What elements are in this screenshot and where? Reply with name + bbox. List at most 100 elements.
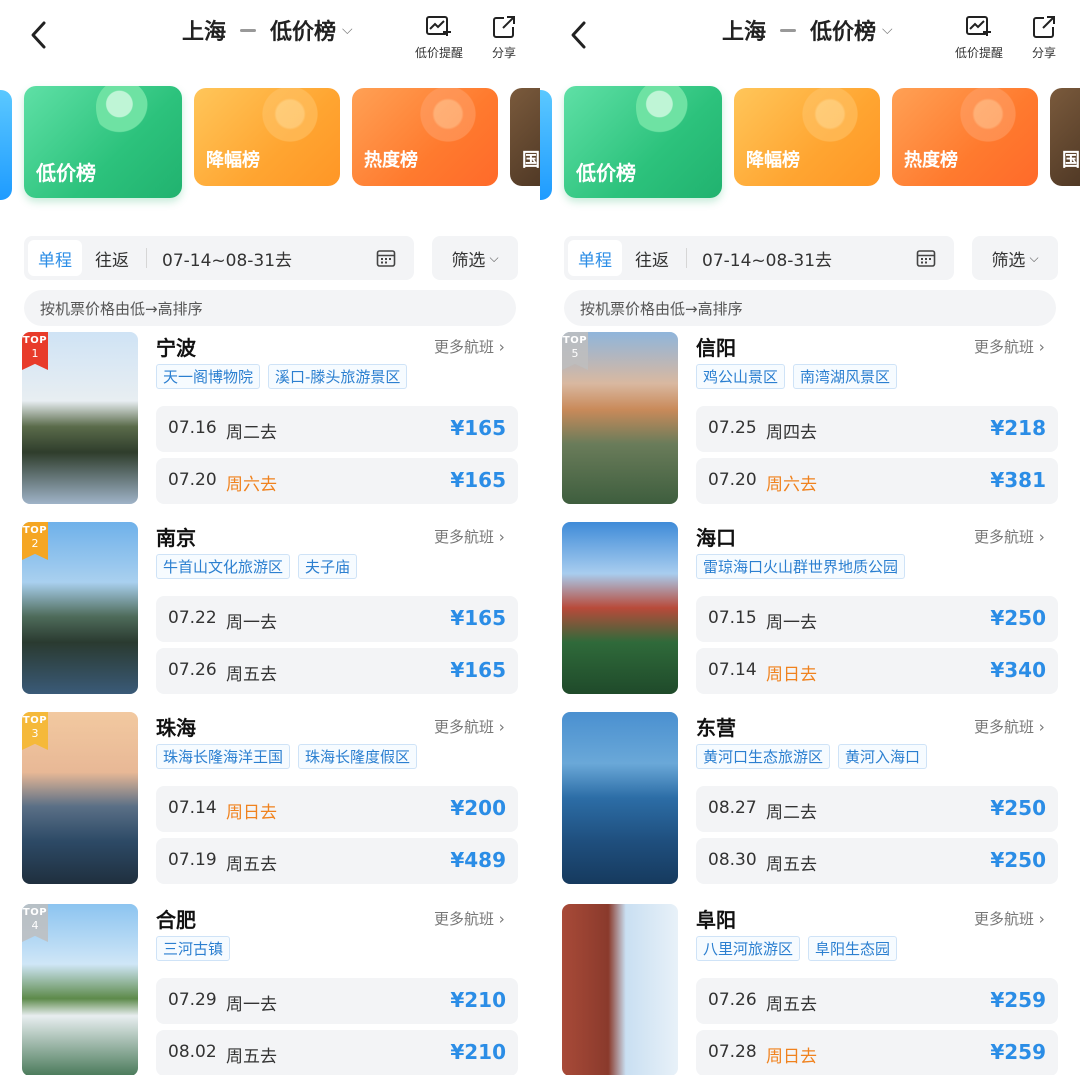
attraction-tag[interactable]: 三河古镇 bbox=[156, 936, 231, 961]
fare-option[interactable]: 07.22 周一去 ¥165 bbox=[156, 596, 518, 642]
fare-option[interactable]: 07.14 周日去 ¥340 bbox=[696, 648, 1058, 694]
category-card-prev[interactable] bbox=[540, 90, 552, 200]
back-button[interactable] bbox=[564, 18, 594, 52]
fare-option[interactable]: 07.19 周五去 ¥489 bbox=[156, 838, 518, 884]
destination-card[interactable]: 海口 更多航班 › 雷琼海口火山群世界地质公园 07.15 周一去 ¥250 07.14 周日… bbox=[540, 522, 1080, 702]
more-flights-link[interactable]: 更多航班 › bbox=[434, 716, 505, 737]
attraction-tag[interactable]: 牛首山文化旅游区 bbox=[156, 554, 291, 579]
share-button[interactable]: 分享 bbox=[484, 14, 524, 61]
price-alert-chart-icon bbox=[965, 14, 993, 40]
destination-card[interactable]: 东营 更多航班 › 黄河口生态旅游区 黄河入海口 08.27 周二去 ¥250 08.30 周五… bbox=[540, 712, 1080, 892]
destination-photo[interactable] bbox=[562, 712, 678, 884]
one-way-tab[interactable]: 单程 bbox=[28, 240, 82, 276]
fare-option[interactable]: 07.26 周五去 ¥165 bbox=[156, 648, 518, 694]
category-card-low-price[interactable]: 低价榜 bbox=[24, 86, 182, 198]
date-range-picker[interactable]: 07-14~08-31去 bbox=[702, 240, 832, 276]
attraction-tag[interactable]: 黄河口生态旅游区 bbox=[696, 744, 831, 769]
rank-number: 3 bbox=[31, 727, 39, 740]
fare-date: 07.16 bbox=[168, 418, 217, 438]
round-trip-tab[interactable]: 往返 bbox=[88, 240, 136, 276]
attraction-tag[interactable]: 天一阁博物院 bbox=[156, 364, 261, 389]
destination-card[interactable]: TOP 3 珠海 更多航班 › 珠海长隆海洋王国 珠海长隆度假区 07.14 周日去 ¥200 0… bbox=[0, 712, 540, 892]
attraction-tag[interactable]: 夫子庙 bbox=[298, 554, 358, 579]
filter-button[interactable]: 筛选 ⌵ bbox=[432, 236, 518, 280]
fare-weekday: 周五去 bbox=[766, 995, 817, 1015]
more-flights-link[interactable]: 更多航班 › bbox=[974, 716, 1045, 737]
category-card-price-drop[interactable]: 降幅榜 bbox=[194, 88, 340, 186]
destination-card[interactable]: 阜阳 更多航班 › 八里河旅游区 阜阳生态园 07.26 周五去 ¥259 07.28 周日去 ¥… bbox=[540, 904, 1080, 1075]
fare-option[interactable]: 08.27 周二去 ¥250 bbox=[696, 786, 1058, 832]
destination-card[interactable]: TOP 2 南京 更多航班 › 牛首山文化旅游区 夫子庙 07.22 周一去 ¥165 07.26… bbox=[0, 522, 540, 702]
price-alert-button[interactable]: 低价提醒 bbox=[410, 14, 468, 61]
category-card-prev[interactable] bbox=[0, 90, 12, 200]
chevron-down-icon: ⌵ bbox=[342, 22, 353, 38]
fare-option[interactable]: 07.15 周一去 ¥250 bbox=[696, 596, 1058, 642]
one-way-tab[interactable]: 单程 bbox=[568, 240, 622, 276]
calendar-icon[interactable] bbox=[916, 248, 936, 268]
origin-city: 上海 bbox=[722, 20, 767, 45]
destination-card[interactable]: TOP 5 信阳 更多航班 › 鸡公山景区 南湾湖风景区 07.25 周四去 ¥218 07.20… bbox=[540, 332, 1080, 512]
destination-photo[interactable]: TOP 5 bbox=[562, 332, 678, 504]
category-card-international[interactable]: 国 bbox=[1050, 88, 1080, 186]
destination-photo[interactable]: TOP 3 bbox=[22, 712, 138, 884]
more-flights-link[interactable]: 更多航班 › bbox=[434, 908, 505, 929]
price-alert-label: 低价提醒 bbox=[954, 46, 1003, 60]
destination-photo[interactable] bbox=[562, 904, 678, 1075]
destination-photo[interactable] bbox=[562, 522, 678, 694]
more-flights-link[interactable]: 更多航班 › bbox=[434, 526, 505, 547]
route-title[interactable]: 上海 低价榜 ⌵ bbox=[182, 14, 353, 46]
attraction-tag[interactable]: 雷琼海口火山群世界地质公园 bbox=[696, 554, 906, 579]
fare-date: 07.29 bbox=[168, 990, 217, 1010]
destination-photo[interactable]: TOP 4 bbox=[22, 904, 138, 1075]
fare-option[interactable]: 07.28 周日去 ¥259 bbox=[696, 1030, 1058, 1075]
attraction-tag[interactable]: 南湾湖风景区 bbox=[793, 364, 898, 389]
more-flights-link[interactable]: 更多航班 › bbox=[974, 908, 1045, 929]
price-alert-button[interactable]: 低价提醒 bbox=[950, 14, 1008, 61]
attraction-tag[interactable]: 鸡公山景区 bbox=[696, 364, 786, 389]
filter-button[interactable]: 筛选 ⌵ bbox=[972, 236, 1058, 280]
category-card-popular[interactable]: 热度榜 bbox=[352, 88, 498, 186]
attraction-tag[interactable]: 珠海长隆度假区 bbox=[298, 744, 418, 769]
category-card-international[interactable]: 国 bbox=[510, 88, 540, 186]
more-flights-link[interactable]: 更多航班 › bbox=[974, 336, 1045, 357]
ranking-category-row: 低价榜 降幅榜 热度榜 国 bbox=[0, 76, 540, 202]
destination-photo[interactable]: TOP 2 bbox=[22, 522, 138, 694]
fare-option[interactable]: 07.26 周五去 ¥259 bbox=[696, 978, 1058, 1024]
fare-option[interactable]: 08.30 周五去 ¥250 bbox=[696, 838, 1058, 884]
destination-photo[interactable]: TOP 1 bbox=[22, 332, 138, 504]
fare-option[interactable]: 07.29 周一去 ¥210 bbox=[156, 978, 518, 1024]
fare-option[interactable]: 07.16 周二去 ¥165 bbox=[156, 406, 518, 452]
route-title[interactable]: 上海 低价榜 ⌵ bbox=[722, 14, 893, 46]
more-flights-link[interactable]: 更多航班 › bbox=[434, 336, 505, 357]
attraction-tag[interactable]: 黄河入海口 bbox=[838, 744, 928, 769]
share-button[interactable]: 分享 bbox=[1024, 14, 1064, 61]
category-card-price-drop[interactable]: 降幅榜 bbox=[734, 88, 880, 186]
back-button[interactable] bbox=[24, 18, 54, 52]
attraction-tag[interactable]: 八里河旅游区 bbox=[696, 936, 801, 961]
attraction-tag[interactable]: 阜阳生态园 bbox=[808, 936, 898, 961]
share-icon bbox=[1030, 14, 1058, 40]
fare-option[interactable]: 07.25 周四去 ¥218 bbox=[696, 406, 1058, 452]
fare-option[interactable]: 08.02 周五去 ¥210 bbox=[156, 1030, 518, 1075]
ranking-category-row: 低价榜 降幅榜 热度榜 国 bbox=[540, 76, 1080, 202]
round-trip-tab[interactable]: 往返 bbox=[628, 240, 676, 276]
calendar-icon[interactable] bbox=[376, 248, 396, 268]
fare-date: 08.30 bbox=[708, 850, 757, 870]
more-flights-link[interactable]: 更多航班 › bbox=[974, 526, 1045, 547]
fare-date: 07.20 bbox=[708, 470, 757, 490]
attraction-tag[interactable]: 珠海长隆海洋王国 bbox=[156, 744, 291, 769]
destination-card[interactable]: TOP 1 宁波 更多航班 › 天一阁博物院 溪口-滕头旅游景区 07.16 周二去 ¥165 0… bbox=[0, 332, 540, 512]
fare-option[interactable]: 07.14 周日去 ¥200 bbox=[156, 786, 518, 832]
route-dash bbox=[780, 28, 797, 32]
category-card-popular[interactable]: 热度榜 bbox=[892, 88, 1038, 186]
date-range-picker[interactable]: 07-14~08-31去 bbox=[162, 240, 292, 276]
fare-date: 07.26 bbox=[708, 990, 757, 1010]
attraction-tag[interactable]: 溪口-滕头旅游景区 bbox=[268, 364, 408, 389]
fare-option[interactable]: 07.20 周六去 ¥381 bbox=[696, 458, 1058, 504]
category-card-low-price[interactable]: 低价榜 bbox=[564, 86, 722, 198]
chevron-down-icon: ⌵ bbox=[882, 22, 893, 38]
category-label: 低价榜 bbox=[576, 161, 636, 185]
fare-option[interactable]: 07.20 周六去 ¥165 bbox=[156, 458, 518, 504]
destination-card[interactable]: TOP 4 合肥 更多航班 › 三河古镇 07.29 周一去 ¥210 08.02 周五去 ¥210 bbox=[0, 904, 540, 1075]
rank-badge: TOP 3 bbox=[22, 712, 48, 750]
